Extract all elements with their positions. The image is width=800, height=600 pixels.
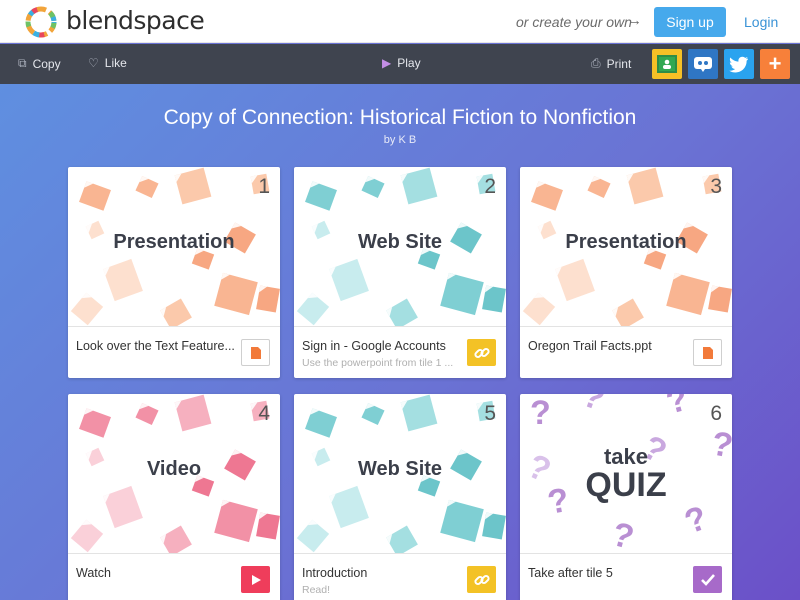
- top-header: blendspace or create your own → Sign up …: [0, 0, 800, 43]
- tile-4[interactable]: 4 Video Watch: [68, 394, 280, 600]
- tile-footer: Take after tile 5: [520, 553, 732, 600]
- tile-thumbnail[interactable]: 2 Web Site: [294, 167, 506, 326]
- print-button[interactable]: ⎙ Print: [591, 56, 631, 71]
- tile-thumbnail[interactable]: 1 Presentation: [68, 167, 280, 326]
- svg-text:?: ?: [680, 499, 713, 542]
- logo-text[interactable]: blendspace: [66, 6, 205, 35]
- create-own-text: or create your own: [516, 14, 632, 30]
- twitter-icon[interactable]: [724, 49, 754, 79]
- add-icon[interactable]: +: [760, 49, 790, 79]
- tile-type-label: Web Site: [357, 458, 443, 480]
- svg-text:?: ?: [577, 394, 610, 419]
- link-icon[interactable]: [467, 339, 496, 366]
- tile-footer: Sign in - Google Accounts Use the powerpo…: [294, 326, 506, 378]
- copy-icon: ⧉: [18, 56, 27, 70]
- tile-footer: Introduction Read!: [294, 553, 506, 600]
- tile-number: 4: [258, 402, 270, 425]
- lesson-toolbar: ⧉ Copy ♡ Like ▶ Play ⎙ Print +: [0, 44, 800, 84]
- login-link[interactable]: Login: [744, 14, 778, 30]
- lesson-title: Copy of Connection: Historical Fiction t…: [163, 106, 637, 129]
- tile-title[interactable]: Introduction: [302, 566, 367, 580]
- tile-title[interactable]: Sign in - Google Accounts: [302, 339, 446, 353]
- tile-description: Use the powerpoint from tile 1 ...: [302, 357, 454, 369]
- printer-icon: ⎙: [591, 56, 601, 70]
- check-icon[interactable]: [693, 566, 722, 593]
- tile-title[interactable]: Watch: [76, 566, 111, 580]
- tile-type-label: Presentation: [113, 231, 235, 253]
- arrow-right-icon: →: [627, 12, 642, 29]
- tile-number: 2: [484, 175, 496, 198]
- tile-title[interactable]: Oregon Trail Facts.ppt: [528, 339, 652, 353]
- heart-icon: ♡: [88, 56, 99, 70]
- tile-title[interactable]: Take after tile 5: [528, 566, 613, 580]
- play-icon[interactable]: [241, 566, 270, 593]
- svg-text:?: ?: [530, 394, 551, 432]
- play-label: Play: [397, 56, 421, 70]
- copy-label: Copy: [32, 56, 61, 71]
- tile-6[interactable]: ????????? 6 take QUIZ Take after tile 5: [520, 394, 732, 600]
- tile-number: 6: [710, 402, 722, 425]
- tile-title[interactable]: Look over the Text Feature...: [76, 339, 235, 353]
- tile-number: 5: [484, 402, 496, 425]
- like-label: Like: [104, 56, 127, 70]
- link-icon[interactable]: [467, 566, 496, 593]
- tile-footer: Look over the Text Feature...: [68, 326, 280, 378]
- tile-footer: Oregon Trail Facts.ppt: [520, 326, 732, 378]
- blendspace-logo-icon[interactable]: [24, 5, 58, 39]
- tile-type-label: Web Site: [357, 231, 443, 253]
- tile-2[interactable]: 2 Web Site Sign in - Google Accounts Use th…: [294, 167, 506, 378]
- play-button[interactable]: ▶ Play: [382, 56, 421, 70]
- tile-number: 3: [710, 175, 722, 198]
- tile-thumbnail[interactable]: 3 Presentation: [520, 167, 732, 326]
- document-icon[interactable]: [241, 339, 270, 366]
- print-label: Print: [606, 56, 632, 71]
- svg-text:?: ?: [662, 394, 692, 422]
- tile-footer: Watch: [68, 553, 280, 600]
- signup-button[interactable]: Sign up: [654, 7, 726, 37]
- tile-3[interactable]: 3 Presentation Oregon Trail Facts.ppt: [520, 167, 732, 378]
- tile-description: Read!: [302, 584, 331, 596]
- tile-1[interactable]: 1 Presentation Look over the Text Feature.…: [68, 167, 280, 378]
- svg-text:?: ?: [608, 515, 638, 553]
- tile-type-label: QUIZ: [585, 466, 667, 504]
- like-button[interactable]: ♡ Like: [88, 56, 127, 70]
- document-icon[interactable]: [693, 339, 722, 366]
- copy-button[interactable]: ⧉ Copy: [18, 56, 61, 71]
- tile-thumbnail[interactable]: 5 Web Site: [294, 394, 506, 553]
- lesson-author[interactable]: by K B: [0, 134, 800, 146]
- google-classroom-icon[interactable]: [652, 49, 682, 79]
- play-icon: ▶: [382, 56, 392, 70]
- edmodo-icon[interactable]: [688, 49, 718, 79]
- tile-thumbnail[interactable]: ????????? 6 take QUIZ: [520, 394, 732, 553]
- tile-5[interactable]: 5 Web Site Introduction Read!: [294, 394, 506, 600]
- tile-number: 1: [258, 175, 270, 198]
- tile-type-label: Presentation: [565, 231, 687, 253]
- tile-thumbnail[interactable]: 4 Video: [68, 394, 280, 553]
- tile-type-label: Video: [146, 458, 202, 480]
